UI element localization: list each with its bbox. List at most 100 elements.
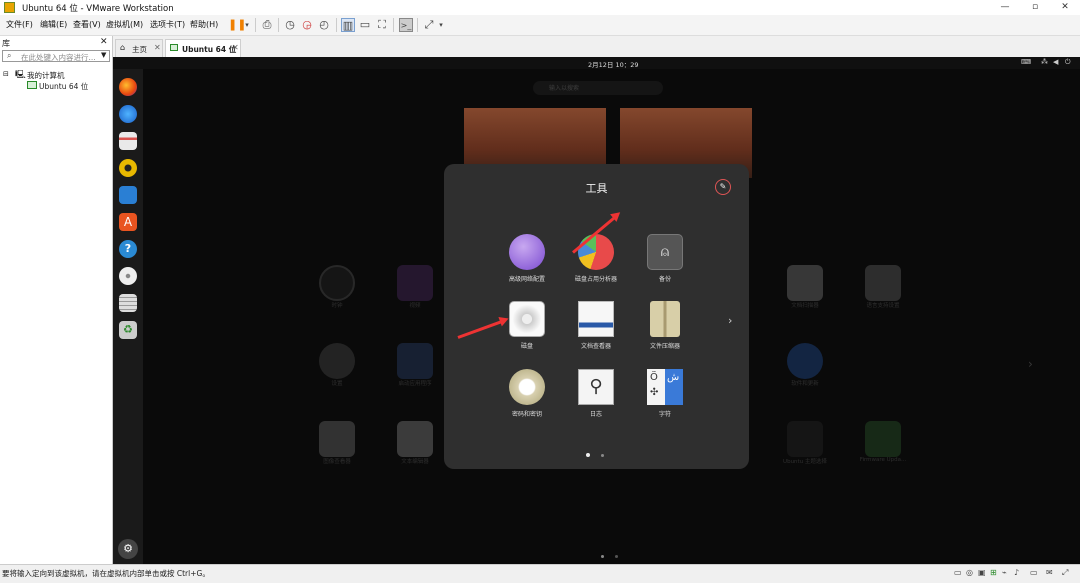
power-icon[interactable]: ⏻: [1065, 58, 1071, 67]
library-view-icon[interactable]: ▥: [341, 18, 355, 32]
app-logs[interactable]: ⚲ 日志: [561, 369, 631, 421]
menu-help[interactable]: 帮助(H): [190, 19, 218, 30]
software-center-icon[interactable]: A: [119, 213, 137, 231]
app-document-viewer[interactable]: 文档查看器: [561, 301, 631, 353]
rhythmbox-icon[interactable]: [119, 159, 137, 177]
disks-icon: [509, 301, 545, 337]
clock-icon: [319, 265, 355, 301]
text-editor-icon: [397, 421, 433, 457]
home-icon: ⌂: [120, 43, 126, 52]
help-icon[interactable]: ?: [119, 240, 137, 258]
bg-app-text-editor[interactable]: 文本编辑器: [397, 421, 433, 465]
folder-title[interactable]: 工具: [444, 180, 749, 196]
firefox-icon[interactable]: [119, 78, 137, 96]
app-characters[interactable]: Ö ش ✣ 字符: [630, 369, 700, 421]
bg-app-label: 文本编辑器: [401, 459, 429, 465]
message-icon[interactable]: ✉: [1046, 568, 1053, 577]
menu-bar: 文件(F) 编辑(E) 查看(V) 虚拟机(M) 选项卡(T) 帮助(H) ❚❚…: [0, 15, 1080, 36]
status-bar: 要将输入定向到该虚拟机，请在虚拟机内部单击或按 Ctrl+G。 ▭ ◎ ▣ ⊞ …: [0, 564, 1080, 583]
tab-home-label: 主页: [132, 45, 147, 54]
trash-icon[interactable]: ♻: [119, 321, 137, 339]
page-indicator-dot[interactable]: [601, 454, 604, 457]
tree-vm-ubuntu[interactable]: Ubuntu 64 位: [39, 81, 88, 92]
close-button[interactable]: ✕: [1050, 0, 1080, 15]
sound-icon[interactable]: ♪: [1014, 568, 1019, 577]
menu-tabs[interactable]: 选项卡(T): [150, 19, 185, 30]
app-backup[interactable]: ⍝ 备份: [630, 234, 700, 286]
chevron-down-icon[interactable]: ▼: [101, 51, 106, 59]
removable-drive-icon[interactable]: [119, 294, 137, 312]
hard-disk-icon[interactable]: ▭: [954, 568, 962, 577]
vm-display[interactable]: 2月12日 10：29 ⌨ ⁂ ◀ ⏻ A ? ♻ ⚙ 输入以搜索 时钟 视频 …: [113, 57, 1080, 564]
bg-app-language[interactable]: 语言支持设置: [865, 265, 901, 309]
thunderbird-icon[interactable]: [119, 105, 137, 123]
minimize-button[interactable]: —: [990, 0, 1020, 15]
menu-vm[interactable]: 虚拟机(M): [106, 19, 143, 30]
chevron-down-icon[interactable]: ▾: [240, 18, 254, 32]
page-indicator-dot[interactable]: [586, 453, 590, 457]
display-icon[interactable]: ▭: [1030, 568, 1038, 577]
app-disks[interactable]: 磁盘: [492, 301, 562, 353]
bg-app-videos[interactable]: 视频: [397, 265, 433, 309]
menu-edit[interactable]: 编辑(E): [40, 19, 67, 30]
snapshot-manager-icon[interactable]: ◴: [317, 18, 331, 32]
settings-icon: [319, 343, 355, 379]
thumbnail-view-icon[interactable]: ▭: [358, 18, 372, 32]
network-adapter-icon[interactable]: ⊞: [990, 568, 997, 577]
close-icon[interactable]: ✕: [154, 43, 161, 52]
volume-icon[interactable]: ◀: [1053, 58, 1058, 66]
close-icon[interactable]: ✕: [232, 43, 239, 52]
send-keys-icon[interactable]: ⎙: [260, 18, 274, 32]
tab-home[interactable]: ⌂ 主页 ✕: [115, 39, 163, 57]
clock[interactable]: 2月12日 10：29: [588, 59, 639, 69]
show-apps-icon[interactable]: ⚙: [118, 539, 138, 559]
floppy-icon[interactable]: ▣: [978, 568, 986, 577]
dvd-drive-icon[interactable]: [119, 267, 137, 285]
chevron-down-icon[interactable]: ▾: [434, 18, 448, 32]
app-advanced-network[interactable]: 高级网络配置: [492, 234, 562, 286]
bg-app-label: 启动应用程序: [398, 381, 432, 387]
bg-app-firmware[interactable]: Firmware Upda...: [855, 421, 911, 463]
console-icon[interactable]: >_: [399, 18, 413, 32]
app-file-archiver[interactable]: 文件压缩器: [630, 301, 700, 353]
full-screen-icon[interactable]: ⛶: [375, 18, 389, 32]
menu-file[interactable]: 文件(F): [6, 19, 33, 30]
cd-drive-icon[interactable]: ◎: [966, 568, 973, 577]
bg-app-startup[interactable]: 启动应用程序: [397, 343, 433, 387]
tab-bar: ⌂ 主页 ✕ Ubuntu 64 位 ✕: [113, 36, 1080, 57]
ubuntu-top-bar: 2月12日 10：29 ⌨ ⁂ ◀ ⏻: [113, 57, 1080, 69]
tab-ubuntu-label: Ubuntu 64 位: [182, 45, 237, 54]
libreoffice-writer-icon[interactable]: [119, 186, 137, 204]
bg-app-scanner[interactable]: 文档扫描器: [787, 265, 823, 309]
page-dot[interactable]: [615, 555, 618, 558]
library-close-icon[interactable]: ✕: [100, 37, 108, 47]
library-search-placeholder: 在此处键入内容进行...: [21, 53, 96, 62]
bg-app-label: 设置: [331, 381, 343, 387]
stretch-icon[interactable]: ⤢: [1062, 568, 1068, 578]
overview-search-input[interactable]: 输入以搜索: [533, 81, 663, 95]
keyboard-icon[interactable]: ⌨: [1021, 58, 1031, 66]
menu-view[interactable]: 查看(V): [73, 19, 101, 30]
bg-app-clock[interactable]: 时钟: [319, 265, 355, 309]
chevron-right-icon[interactable]: ›: [1028, 357, 1033, 371]
usb-icon[interactable]: ⌁: [1002, 568, 1007, 577]
bg-app-settings[interactable]: 设置: [319, 343, 355, 387]
language-icon: [865, 265, 901, 301]
files-icon[interactable]: [119, 132, 137, 150]
chevron-right-icon[interactable]: ›: [728, 314, 732, 327]
bg-app-software-updates[interactable]: 软件和更新: [787, 343, 823, 387]
maximize-button[interactable]: ▫: [1020, 0, 1050, 15]
network-icon[interactable]: ⁂: [1041, 58, 1048, 66]
collapse-icon[interactable]: ⊟: [3, 70, 9, 78]
bg-app-image-viewer[interactable]: 图像查看器: [319, 421, 355, 465]
snapshot-icon[interactable]: ◷: [283, 18, 297, 32]
library-search-input[interactable]: ⌕ 在此处键入内容进行... ▼: [2, 50, 110, 62]
revert-snapshot-icon[interactable]: ◶: [300, 18, 314, 32]
bg-app-theme[interactable]: Ubuntu 主题选择: [779, 421, 831, 465]
tree-my-computer[interactable]: 我的计算机: [27, 70, 65, 81]
tab-ubuntu[interactable]: Ubuntu 64 位 ✕: [165, 39, 241, 57]
edit-folder-button[interactable]: ✎: [715, 179, 731, 195]
app-disk-usage[interactable]: 磁盘占用分析器: [561, 234, 631, 286]
app-passwords-keys[interactable]: 密码和密钥: [492, 369, 562, 421]
page-dot[interactable]: [601, 555, 604, 558]
